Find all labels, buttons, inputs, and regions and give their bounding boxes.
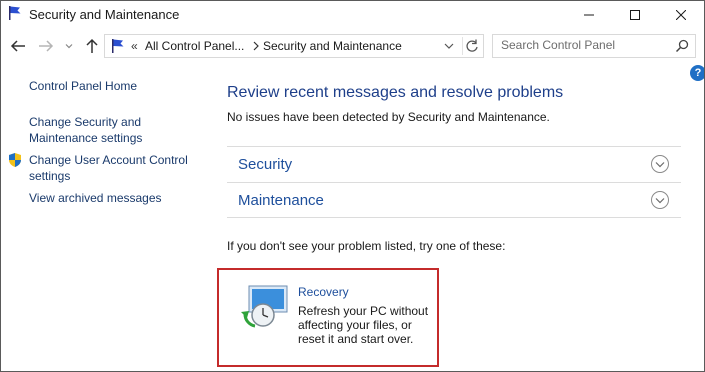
breadcrumb-all-control-panel[interactable]: All Control Panel...: [145, 39, 244, 53]
minimize-icon: [584, 14, 594, 15]
up-arrow-icon[interactable]: [83, 37, 101, 55]
page-title: Review recent messages and resolve probl…: [227, 84, 564, 101]
left-pane: Control Panel Home Change Security and M…: [1, 63, 216, 371]
refresh-icon[interactable]: [462, 37, 481, 55]
status-message: No issues have been detected by Security…: [227, 110, 550, 124]
flag-icon: [9, 6, 21, 20]
main-content: Review recent messages and resolve probl…: [217, 63, 704, 371]
sidebar-item-control-panel-home[interactable]: Control Panel Home: [29, 78, 137, 94]
expand-chevron-icon[interactable]: [650, 190, 670, 210]
recovery-link[interactable]: Recovery: [298, 285, 349, 299]
sidebar-item-change-security-settings[interactable]: Change Security and Maintenance settings: [29, 114, 199, 146]
sidebar-item-view-archived-messages[interactable]: View archived messages: [29, 190, 162, 206]
close-icon: [676, 9, 686, 20]
navigation-bar: « All Control Panel... Security and Main…: [1, 29, 704, 62]
back-arrow-icon[interactable]: [9, 38, 27, 54]
flag-icon: [112, 39, 124, 53]
expand-chevron-icon[interactable]: [650, 154, 670, 174]
maximize-icon: [630, 9, 640, 20]
search-input[interactable]: [493, 35, 671, 55]
breadcrumb-security-maintenance[interactable]: Security and Maintenance: [263, 39, 402, 53]
recovery-option[interactable]: Recovery Refresh your PC without affecti…: [217, 268, 439, 367]
address-bar[interactable]: « All Control Panel... Security and Main…: [104, 34, 484, 58]
chevron-right-icon[interactable]: [251, 40, 261, 52]
recovery-icon: [241, 285, 288, 328]
section-security-label: Security: [238, 156, 293, 173]
troubleshoot-hint: If you don't see your problem listed, tr…: [227, 239, 506, 253]
section-security[interactable]: Security: [227, 146, 681, 181]
window-title: Security and Maintenance: [29, 7, 180, 22]
title-bar: Security and Maintenance: [1, 1, 704, 28]
search-icon[interactable]: [675, 39, 689, 53]
sidebar-item-change-uac-settings[interactable]: Change User Account Control settings: [29, 152, 204, 184]
chevron-down-icon[interactable]: [63, 40, 75, 52]
uac-shield-icon: [9, 153, 21, 167]
chevron-down-icon[interactable]: [442, 39, 456, 53]
section-maintenance-label: Maintenance: [238, 192, 324, 209]
close-button[interactable]: [658, 1, 704, 28]
security-maintenance-window: Security and Maintenance « All Control P…: [0, 0, 705, 372]
forward-arrow-icon[interactable]: [37, 38, 55, 54]
recovery-description: Refresh your PC without affecting your f…: [298, 304, 429, 346]
overflow-chevron[interactable]: «: [131, 39, 138, 53]
minimize-button[interactable]: [566, 1, 612, 28]
section-maintenance[interactable]: Maintenance: [227, 182, 681, 218]
maximize-button[interactable]: [612, 1, 658, 28]
search-box[interactable]: [492, 34, 696, 58]
